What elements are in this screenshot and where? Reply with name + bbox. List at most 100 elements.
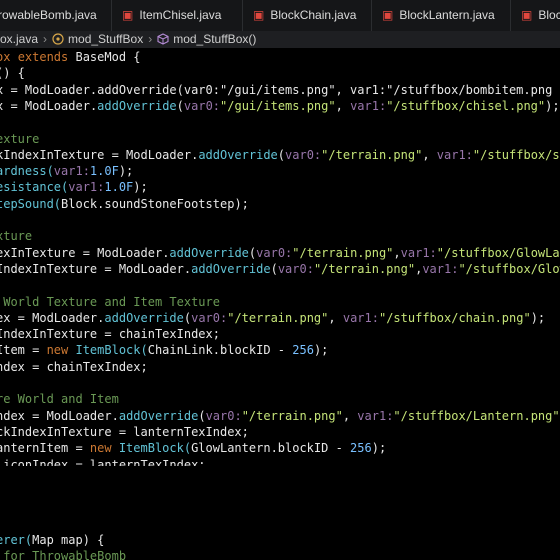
tab-label: rowableBomb.java: [0, 8, 97, 22]
code-token: ex =: [0, 310, 25, 325]
code-token: .blockID -: [212, 343, 293, 358]
tab-block[interactable]: ▣ Block: [511, 0, 560, 31]
code-editor[interactable]: ox extends BaseMod {() {x = ModLoader.ad…: [0, 48, 560, 466]
code-token: addOverride: [118, 408, 199, 423]
code-line[interactable]: x = ModLoader.addOverride(var0:"/gui/ite…: [0, 98, 560, 114]
code-token: 256: [350, 441, 372, 456]
code-line[interactable]: World Texture and Item Texture: [0, 294, 220, 310]
code-token: "/stuffbox/GlowLampOf: [458, 261, 560, 276]
code-line[interactable]: tepSound(Block.soundStoneFootstep);: [0, 196, 249, 212]
code-token: "/stuffbox/chain.png": [378, 310, 531, 325]
code-token: .iconIndex = lanternTexIndex;: [0, 457, 206, 467]
code-token: map) {: [61, 533, 105, 547]
tab-itemchisel[interactable]: ▣ ItemChisel.java: [112, 0, 243, 31]
code-line[interactable]: anternItem = new ItemBlock(GlowLantern.b…: [0, 440, 386, 456]
breadcrumb-class[interactable]: mod_StuffBox: [68, 31, 143, 48]
code-line[interactable]: ox extends BaseMod {: [0, 49, 141, 65]
code-token: re World and Item: [0, 392, 119, 407]
code-line[interactable]: () {: [0, 65, 25, 81]
code-token: var1:: [422, 261, 459, 276]
code-token: );: [118, 164, 134, 179]
code-token: );: [234, 196, 249, 211]
tab-throwablebomb[interactable]: rowableBomb.java: [0, 0, 112, 31]
code-token: () {: [0, 66, 25, 81]
code-line[interactable]: esistance(var1:1.0F);: [0, 179, 148, 195]
code-token: 1.0F: [89, 164, 119, 179]
code-token: (: [277, 147, 286, 162]
code-line[interactable]: exInTexture = ModLoader.addOverride(var0…: [0, 245, 560, 261]
code-token: var0:: [256, 245, 293, 260]
code-token: tepSound(: [0, 196, 62, 211]
code-token: ,: [342, 408, 358, 423]
code-token: var1:: [342, 310, 379, 325]
code-token: BaseMod {: [75, 50, 141, 64]
code-token: addOverride: [169, 245, 249, 260]
code-token: .soundStoneFootstep: [97, 196, 235, 211]
code-token: ModLoader: [118, 261, 184, 276]
code-token: ,: [328, 310, 343, 325]
code-token: "/stuffbox/GlowLampOn.p: [436, 245, 560, 260]
code-line[interactable]: ndex = ModLoader.addOverride(var0:"/terr…: [0, 408, 560, 424]
code-token: exInTexture =: [0, 245, 98, 260]
tab-label: Block: [538, 8, 560, 22]
code-line[interactable]: ex = ModLoader.addOverride(var0:"/terrai…: [0, 310, 545, 326]
code-token: var0:: [277, 261, 314, 276]
java-file-icon: ▣: [521, 8, 533, 22]
code-line[interactable]: x = ModLoader.addOverride(var0:"/gui/ite…: [0, 82, 552, 98]
code-token: 256: [292, 343, 314, 358]
code-token: .: [183, 261, 192, 276]
java-file-icon: ▣: [382, 8, 394, 22]
java-file-icon: ▣: [122, 8, 134, 22]
method-cube-icon: [157, 33, 169, 45]
code-token: var0:: [183, 98, 221, 113]
code-token: World Texture and Item Texture: [0, 294, 220, 309]
code-line[interactable]: IndexInTexture = chainTexIndex;: [0, 326, 220, 342]
code-line[interactable]: exture: [0, 131, 39, 147]
code-token: anternItem =: [0, 441, 90, 456]
code-token: ItemBlock(: [75, 343, 148, 358]
code-token: .: [111, 408, 119, 423]
code-token: Map: [32, 533, 62, 547]
tab-blocklantern[interactable]: ▣ BlockLantern.java: [372, 0, 511, 31]
code-line[interactable]: ckIndexInTexture = lanternTexIndex;: [0, 424, 249, 440]
code-token: 1.0F: [104, 180, 134, 195]
code-line[interactable]: ndex = chainTexIndex;: [0, 359, 148, 375]
code-line[interactable]: for ThrowableBomb: [0, 548, 126, 560]
breadcrumb: ox.java › mod_StuffBox › mod_StuffBox(): [0, 31, 560, 48]
code-token: Block: [61, 196, 98, 211]
code-line[interactable]: .iconIndex = lanternTexIndex;: [0, 457, 206, 467]
java-file-icon: ▣: [253, 8, 265, 22]
code-token: var0:: [191, 310, 228, 325]
tab-label: ItemChisel.java: [139, 8, 222, 22]
breadcrumb-method[interactable]: mod_StuffBox(): [173, 31, 256, 48]
code-token: "/terrain.png": [227, 310, 329, 325]
code-token: ardness(: [0, 164, 54, 179]
code-token: var1:: [400, 245, 437, 260]
code-token: ChainLink: [147, 343, 213, 358]
code-token: ,: [422, 147, 437, 162]
code-line[interactable]: Item = new ItemBlock(ChainLink.blockID -…: [0, 342, 328, 358]
code-token: GlowLantern: [191, 441, 271, 456]
code-token: "/stuffbox/stonebri: [472, 147, 560, 162]
code-token: "/stuffbox/Lantern.png": [393, 408, 560, 423]
code-token: (: [176, 98, 184, 113]
code-token: ModLoader: [24, 98, 90, 113]
code-line[interactable]: kIndexInTexture = ModLoader.addOverride(…: [0, 147, 560, 163]
code-token: "/gui/items.png": [220, 98, 336, 113]
code-line[interactable]: xture: [0, 228, 32, 244]
tab-blockchain[interactable]: ▣ BlockChain.java: [243, 0, 372, 31]
code-token: IndexInTexture =: [0, 261, 119, 276]
code-line[interactable]: ardness(var1:1.0F);: [0, 163, 133, 179]
code-token: ndex = chainTexIndex;: [0, 359, 148, 374]
code-token: for ThrowableBomb: [0, 549, 127, 560]
code-token: "/terrain.png": [292, 245, 394, 260]
code-line[interactable]: re World and Item: [0, 391, 119, 407]
code-token: kIndexInTexture =: [0, 147, 127, 162]
tab-label: BlockLantern.java: [399, 8, 495, 22]
lower-code-editor[interactable]: erer(Map map) { for ThrowableBomb: [0, 466, 560, 560]
tab-label: BlockChain.java: [270, 8, 357, 22]
breadcrumb-file[interactable]: ox.java: [0, 31, 38, 48]
code-line[interactable]: erer(Map map) {: [0, 532, 104, 548]
code-token: addOverride: [104, 310, 184, 325]
code-line[interactable]: IndexInTexture = ModLoader.addOverride(v…: [0, 261, 560, 277]
